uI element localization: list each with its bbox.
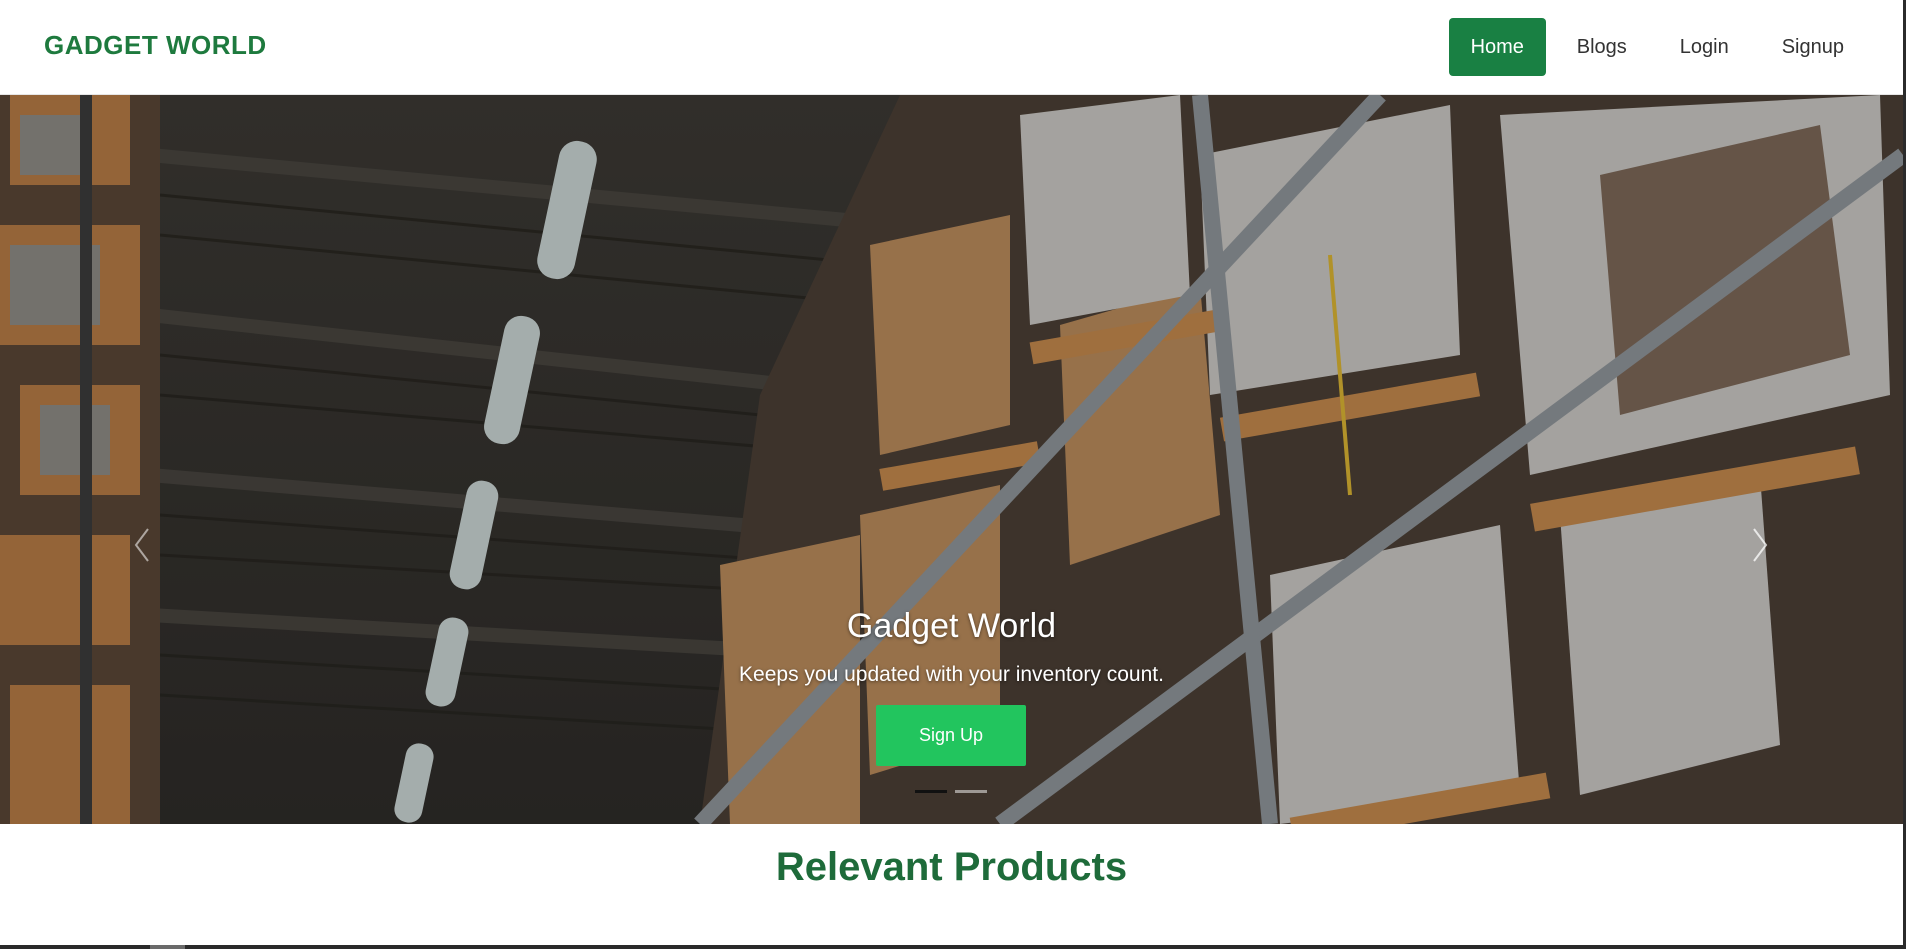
nav-home-link[interactable]: Home	[1448, 18, 1546, 76]
navbar: GADGET WORLD Home Blogs Login Signup	[0, 0, 1906, 95]
hero-signup-button[interactable]: Sign Up	[876, 705, 1026, 766]
nav-blogs-link[interactable]: Blogs	[1555, 18, 1649, 76]
chevron-left-icon	[134, 528, 149, 562]
hero-title: Gadget World	[846, 607, 1057, 645]
hero-subtitle: Keeps you updated with your inventory co…	[739, 663, 1164, 686]
nav-login-link[interactable]: Login	[1658, 18, 1751, 76]
hero-carousel: Gadget World Keeps you updated with your…	[0, 95, 1903, 824]
carousel-indicator-2[interactable]	[955, 790, 987, 793]
brand-logo[interactable]: GADGET WORLD	[44, 30, 267, 61]
nav-signup-link[interactable]: Signup	[1760, 18, 1866, 76]
carousel-next-button[interactable]	[1740, 515, 1780, 575]
carousel-prev-button[interactable]	[122, 515, 162, 575]
chevron-right-icon	[1753, 528, 1768, 562]
section-title: Relevant Products	[775, 845, 1128, 889]
page-bottom-edge-mark	[150, 945, 185, 949]
carousel-indicator-1[interactable]	[915, 790, 947, 793]
nav-links: Home Blogs Login Signup	[1440, 18, 1866, 76]
page-bottom-edge	[0, 945, 1906, 949]
